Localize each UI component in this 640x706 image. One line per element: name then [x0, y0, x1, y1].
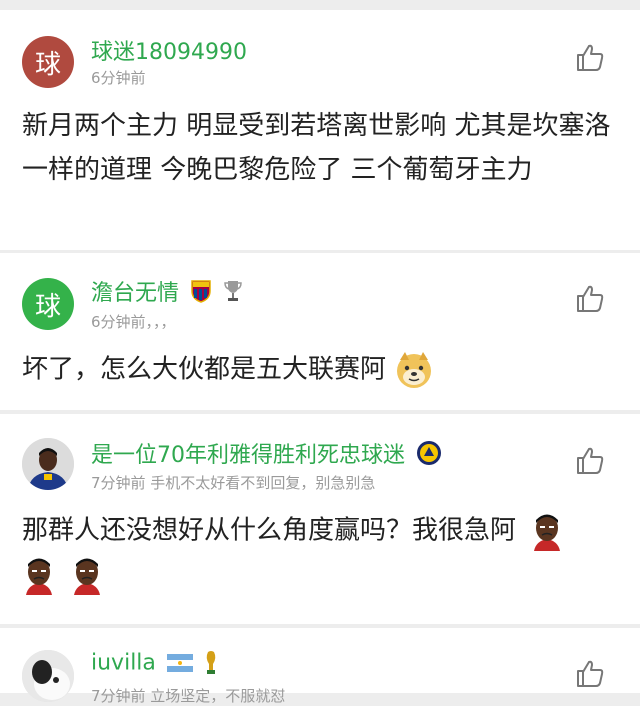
al-nassr-badge-icon: [417, 441, 442, 465]
comment-text: 那群人还没想好从什么角度赢吗？我很急阿: [22, 515, 517, 546]
comment-card: iuvilla 7分钟前 立场坚定，不服就怼: [0, 628, 640, 705]
username-row: 是一位70年利雅得胜利死忠球迷: [91, 437, 442, 469]
avatar[interactable]: [22, 438, 74, 490]
user-photo: [22, 438, 74, 490]
doge-emoji-icon: [397, 351, 432, 388]
trophy-icon: [224, 281, 242, 301]
username[interactable]: 球迷18094990: [91, 34, 247, 66]
barcelona-badge-icon: [191, 280, 211, 303]
username-row: 澹台无情: [91, 275, 243, 307]
avatar[interactable]: 球: [22, 278, 74, 330]
comment-time: 6分钟前: [91, 69, 146, 87]
world-cup-trophy-icon: [206, 651, 216, 674]
thumbs-up-icon[interactable]: [574, 283, 606, 315]
user-photo: [22, 650, 74, 702]
argentina-flag-icon: [167, 654, 193, 672]
username[interactable]: 是一位70年利雅得胜利死忠球迷: [91, 443, 405, 468]
comment-card: 球 澹台无情 6分钟前，，， 坏了，怎么大伙都是五大联赛阿: [0, 253, 640, 410]
player-face-emoji-icon: [26, 558, 52, 595]
username[interactable]: 澹台无情: [91, 281, 179, 306]
player-face-emoji-icon: [74, 558, 101, 595]
comment-text: 坏了，怎么大伙都是五大联赛阿: [22, 354, 387, 385]
comment-time: 7分钟前 手机不太好看不到回复，别急别急: [91, 474, 376, 492]
emoji-row: [22, 553, 622, 597]
thumbs-up-icon[interactable]: [574, 42, 606, 74]
comment-body: 坏了，怎么大伙都是五大联赛阿: [22, 347, 622, 392]
comment-text: 新月两个主力 明显受到若塔离世影响 尤其是坎塞洛 一样的道理 今晚巴黎危险了 三…: [22, 111, 611, 185]
thumbs-up-icon[interactable]: [574, 445, 606, 477]
comment-body: 那群人还没想好从什么角度赢吗？我很急阿: [22, 508, 622, 597]
username-row: iuvilla: [91, 650, 218, 676]
comment-time: 7分钟前 立场坚定，不服就怼: [91, 687, 286, 705]
avatar[interactable]: 球: [22, 36, 74, 88]
comment-feed: 球 球迷18094990 6分钟前 新月两个主力 明显受到若塔离世影响 尤其是坎…: [0, 0, 640, 705]
username[interactable]: iuvilla: [91, 651, 156, 676]
avatar[interactable]: [22, 650, 74, 702]
comment-time: 6分钟前，，，: [91, 313, 176, 331]
player-face-emoji-icon: [534, 514, 561, 551]
comment-card: 球 球迷18094990 6分钟前 新月两个主力 明显受到若塔离世影响 尤其是坎…: [0, 10, 640, 250]
comment-card: 是一位70年利雅得胜利死忠球迷 7分钟前 手机不太好看不到回复，别急别急 那群人…: [0, 414, 640, 624]
thumbs-up-icon[interactable]: [574, 658, 606, 690]
